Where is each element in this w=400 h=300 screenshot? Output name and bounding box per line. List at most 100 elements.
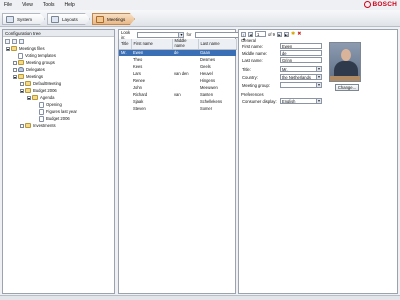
column-header-last-name[interactable]: Last name [198, 39, 237, 50]
menu-view[interactable]: View [22, 2, 33, 8]
meeting-group-select[interactable]: ▼ [280, 82, 322, 88]
table-row[interactable]: Kees Geels [119, 63, 236, 70]
menu-tools[interactable]: Tools [43, 2, 55, 8]
collapse-icon[interactable] [27, 95, 31, 100]
title-select-value: Mr. [282, 67, 288, 72]
table-cell: Heuvel [200, 71, 213, 76]
country-label: Country: [242, 75, 258, 80]
expand-icon[interactable] [20, 123, 24, 128]
table-row[interactable]: Sjaak Schellekens [119, 98, 236, 105]
tree-item[interactable]: Figures last year [3, 108, 115, 115]
table-row[interactable]: Mr. Ewen de Gaan [119, 49, 236, 56]
tab-meetings-label: Meetings [107, 16, 126, 22]
table-cell: Ewen [131, 49, 172, 56]
change-photo-button[interactable]: Change... [335, 84, 359, 91]
layouts-icon [51, 16, 59, 23]
expand-icon[interactable] [13, 67, 17, 72]
tree-item-label: Meeting groups [26, 60, 55, 65]
table-cell: van [174, 92, 181, 97]
menu-bar: File View Tools Help [0, 0, 400, 10]
delete-record-icon[interactable]: ✖ [297, 31, 301, 37]
folder-icon [25, 81, 31, 86]
delete-icon[interactable] [12, 39, 17, 44]
bosch-logo-icon [363, 1, 371, 8]
first-name-field[interactable]: Ewen [280, 43, 322, 49]
new-record-icon[interactable]: ✱ [291, 31, 295, 37]
table-cell: Theo [133, 57, 143, 62]
tree-item[interactable]: Opening [3, 101, 115, 108]
table-row[interactable]: Lars van den Heuvel [119, 70, 236, 77]
tree-item-label: Meetings files [19, 46, 45, 51]
table-cell: Renee [133, 78, 146, 83]
first-name-label: First name: [242, 44, 263, 49]
table-row[interactable]: Renee Hingens [119, 77, 236, 84]
next-record-icon[interactable]: ▶ [277, 31, 282, 37]
title-select[interactable]: Mr. ▼ [280, 66, 322, 72]
collapse-icon[interactable] [6, 46, 10, 51]
previous-record-icon[interactable]: ◀ [248, 31, 253, 37]
tree-item[interactable]: Meeting groups [3, 59, 115, 66]
tree-item[interactable]: Budget 2006 [3, 115, 115, 122]
lookin-bar: Look in: ▼ for [121, 29, 241, 40]
column-header-title[interactable]: Title [119, 39, 132, 50]
table-cell [172, 98, 198, 105]
collapse-icon[interactable] [13, 74, 17, 79]
tree-item[interactable]: Investments [3, 122, 115, 129]
lookin-select[interactable]: ▼ [136, 31, 185, 38]
table-row[interactable]: Richard van Santen [119, 91, 236, 98]
consumer-display-select[interactable]: English ▼ [280, 98, 322, 104]
expand-icon[interactable] [20, 81, 24, 86]
record-number-input[interactable]: 1 [255, 31, 266, 37]
status-bar [0, 295, 400, 300]
tree-item[interactable]: Delegates [3, 66, 115, 73]
expand-icon[interactable] [13, 60, 17, 65]
collapse-icon[interactable] [20, 88, 24, 93]
search-input[interactable] [195, 31, 241, 38]
record-count-label: of 9 [268, 31, 275, 37]
tab-layouts[interactable]: Layouts [47, 13, 90, 25]
tree-item[interactable]: Agenda [3, 94, 115, 101]
table-row[interactable]: Theo Desmes [119, 56, 236, 63]
middle-name-field[interactable]: de [280, 50, 322, 56]
delegate-photo [329, 42, 361, 82]
people-list-panel: Look in: ▼ for Title First name Middle n… [118, 29, 241, 294]
doc-icon [18, 52, 23, 59]
properties-icon[interactable] [19, 39, 24, 44]
table-cell: Somer [200, 106, 213, 111]
configuration-tree-title: Configuration tree [3, 30, 114, 37]
table-cell [172, 105, 198, 112]
tab-meetings[interactable]: Meetings [92, 13, 135, 25]
tree-item[interactable]: Meetings files [3, 45, 115, 52]
add-icon[interactable] [5, 39, 10, 44]
table-row[interactable]: Steven Somer [119, 105, 236, 112]
menu-file[interactable]: File [4, 2, 12, 8]
table-cell: Lars [133, 71, 141, 76]
last-name-field[interactable]: Grinn [280, 57, 322, 63]
tree-item[interactable]: DefaultMeeting [3, 80, 115, 87]
country-select[interactable]: the Netherlands ▼ [280, 74, 322, 80]
table-cell: Schellekens [200, 99, 223, 104]
folder-icon [11, 46, 17, 51]
table-cell: Santen [200, 92, 213, 97]
table-cell [119, 91, 131, 98]
general-section-label: General [241, 38, 256, 43]
tree-item[interactable]: Meetings [3, 73, 115, 80]
title-label: Title: [242, 67, 251, 72]
tree-item-label: Opening [46, 102, 62, 107]
column-header-middle-name[interactable]: Middle name [172, 39, 199, 50]
meeting-group-label: Meeting group: [242, 83, 270, 88]
tree-item[interactable]: Budget 2006 [3, 87, 115, 94]
table-cell: Kees [133, 64, 143, 69]
tab-system[interactable]: System [2, 13, 45, 25]
tree-item[interactable]: Voting templates [3, 52, 115, 59]
table-cell [172, 84, 198, 91]
doc-icon [39, 115, 44, 122]
table-row[interactable]: John Meeuwen [119, 84, 236, 91]
table-cell [172, 56, 198, 63]
last-record-icon[interactable]: ▶| [284, 31, 289, 37]
lookin-label: Look in: [121, 29, 131, 40]
column-header-first-name[interactable]: First name [131, 39, 173, 50]
menu-help[interactable]: Help [65, 2, 75, 8]
record-navigator: |◀ ◀ 1 of 9 ▶ ▶| ✱ ✖ [239, 30, 398, 41]
first-record-icon[interactable]: |◀ [241, 31, 246, 41]
